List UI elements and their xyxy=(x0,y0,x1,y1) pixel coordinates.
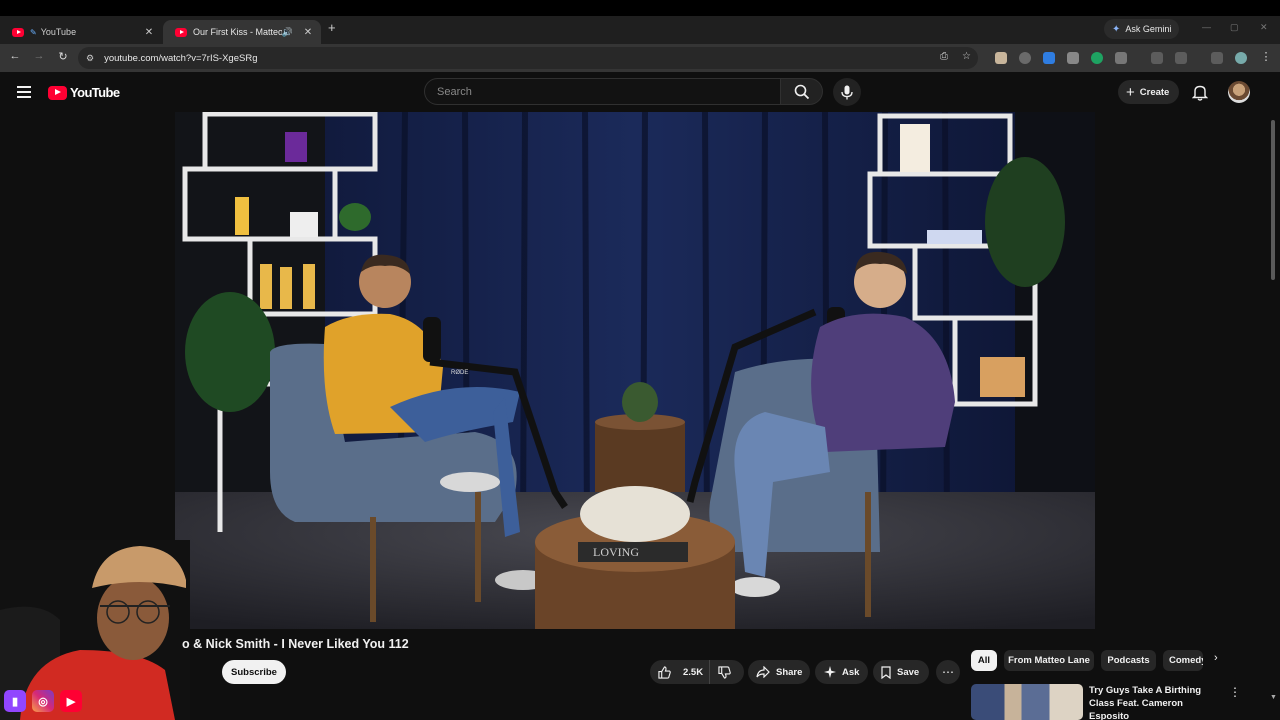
video-title: o & Nick Smith - I Never Liked You 112 xyxy=(182,637,409,651)
pen-icon: ✎ xyxy=(30,27,37,37)
book-spine-text: LOVING xyxy=(593,545,639,559)
video-player[interactable]: LOVING RØDE xyxy=(175,112,1095,629)
close-tab-icon[interactable]: ✕ xyxy=(142,27,156,38)
search-icon xyxy=(794,84,809,99)
share-icon xyxy=(756,666,770,678)
window-close-icon[interactable]: ✕ xyxy=(1260,22,1268,33)
forward-icon[interactable]: → xyxy=(31,50,47,62)
mic-brand-text: RØDE xyxy=(451,370,468,376)
tab-video[interactable]: Our First Kiss - Matteo Lane 🔊 ✕ xyxy=(163,20,321,44)
sparkle-icon xyxy=(824,666,836,678)
youtube-favicon-icon xyxy=(175,27,187,37)
browser-menu-icon[interactable]: ⋮ xyxy=(1258,50,1274,63)
close-tab-icon[interactable]: ✕ xyxy=(301,27,315,38)
side-panel-icon[interactable] xyxy=(1175,52,1187,64)
bookmark-icon xyxy=(881,665,891,679)
minimize-icon[interactable]: — xyxy=(1202,22,1211,32)
share-label: Share xyxy=(776,666,803,678)
install-app-icon[interactable]: ⎙ xyxy=(940,51,948,62)
recommendation-menu-icon[interactable]: ⋮ xyxy=(1229,685,1241,699)
extension-icon[interactable] xyxy=(1091,52,1103,64)
twitch-icon: ▮ xyxy=(4,690,26,712)
tab-title: Our First Kiss - Matteo Lane xyxy=(193,27,282,37)
bookmark-star-icon[interactable]: ☆ xyxy=(962,51,971,62)
account-avatar[interactable] xyxy=(1228,81,1250,103)
ask-gemini-button[interactable]: ✦ Ask Gemini xyxy=(1104,19,1180,39)
site-info-icon[interactable]: ⚙ xyxy=(86,53,94,64)
chip-podcasts[interactable]: Podcasts xyxy=(1101,650,1156,671)
voice-search-button[interactable] xyxy=(833,78,861,106)
plus-icon: + xyxy=(1126,83,1135,101)
tab-title: YouTube xyxy=(40,27,77,37)
search-box[interactable] xyxy=(424,78,781,105)
profile-icon[interactable] xyxy=(1235,52,1247,64)
chevron-right-icon[interactable]: › xyxy=(1214,652,1218,664)
bookmarks-icon[interactable] xyxy=(1151,52,1163,64)
screen: ✎ YouTube ✕ Our First Kiss - Matteo Lane… xyxy=(0,0,1280,720)
microphone-icon xyxy=(841,85,853,99)
like-dislike-group: 2.5K xyxy=(650,660,744,684)
new-tab-icon[interactable]: + xyxy=(328,20,336,35)
logo-wordmark: YouTube xyxy=(70,85,120,100)
create-label: Create xyxy=(1139,86,1170,98)
recommendation-title[interactable]: Try Guys Take A Birthing Class Feat. Cam… xyxy=(1089,684,1224,720)
thumbs-up-icon xyxy=(658,665,671,679)
recommendation-thumbnail[interactable] xyxy=(971,684,1083,720)
top-strip xyxy=(0,0,1280,16)
browser-tabbar: ✎ YouTube ✕ Our First Kiss - Matteo Lane… xyxy=(0,16,1280,44)
like-button[interactable]: 2.5K xyxy=(650,660,710,684)
power-extension-icon[interactable] xyxy=(1019,52,1031,64)
share-button[interactable]: Share xyxy=(748,660,810,684)
notifications-bell-icon[interactable] xyxy=(1192,84,1208,101)
search-input[interactable] xyxy=(437,85,780,98)
extension-icon[interactable] xyxy=(995,52,1007,64)
social-links: ▮ ◎ ▶ xyxy=(4,690,82,712)
scroll-down-arrow-icon[interactable]: ▼ xyxy=(1270,694,1277,701)
scrollbar-thumb[interactable] xyxy=(1271,120,1275,280)
youtube-play-icon xyxy=(48,85,67,100)
shield-extension-icon[interactable] xyxy=(1067,52,1079,64)
youtube-social-icon: ▶ xyxy=(60,690,82,712)
youtube-logo[interactable]: YouTube xyxy=(48,85,120,100)
browser-toolbar: ← → ↻ ⚙ youtube.com/watch?v=7rIS-XgeSRg … xyxy=(0,44,1280,72)
subscribe-button[interactable]: Subscribe xyxy=(222,660,286,684)
address-bar[interactable]: ⚙ youtube.com/watch?v=7rIS-XgeSRg ⎙ ☆ xyxy=(78,47,978,69)
youtube-header: YouTube + Create xyxy=(0,72,1280,112)
instagram-icon: ◎ xyxy=(32,690,54,712)
create-button[interactable]: + Create xyxy=(1118,80,1180,104)
chip-from-matteo-lane[interactable]: From Matteo Lane xyxy=(1004,650,1094,671)
page-scrollbar[interactable] xyxy=(1270,112,1276,702)
search-button[interactable] xyxy=(781,78,823,105)
extension-icon[interactable] xyxy=(1043,52,1055,64)
save-button[interactable]: Save xyxy=(873,660,929,684)
like-count: 2.5K xyxy=(683,666,704,678)
chip-all[interactable]: All xyxy=(971,650,997,671)
media-controls-icon[interactable] xyxy=(1211,52,1223,64)
url-text: youtube.com/watch?v=7rIS-XgeSRg xyxy=(104,52,258,64)
ask-button[interactable]: Ask xyxy=(815,660,868,684)
chip-comedy[interactable]: Comedy xyxy=(1163,650,1203,671)
puzzle-extensions-icon[interactable] xyxy=(1115,52,1127,64)
hamburger-menu-icon[interactable] xyxy=(17,86,31,98)
dislike-button[interactable] xyxy=(710,665,744,679)
tab-youtube[interactable]: ✎ YouTube ✕ xyxy=(0,20,162,44)
thumbs-down-icon xyxy=(717,665,731,679)
speaker-icon[interactable]: 🔊 xyxy=(282,27,293,38)
ask-gemini-label: Ask Gemini xyxy=(1125,24,1172,34)
reload-icon[interactable]: ↻ xyxy=(55,50,71,63)
restore-icon[interactable]: ▢ xyxy=(1230,22,1239,33)
more-actions-icon[interactable]: ⋯ xyxy=(936,660,960,684)
ask-label: Ask xyxy=(842,666,860,678)
youtube-favicon-icon xyxy=(12,27,24,37)
video-frame: LOVING RØDE xyxy=(175,112,1095,629)
back-icon[interactable]: ← xyxy=(7,50,23,62)
save-label: Save xyxy=(897,666,920,678)
gemini-icon: ✦ xyxy=(1112,23,1121,35)
